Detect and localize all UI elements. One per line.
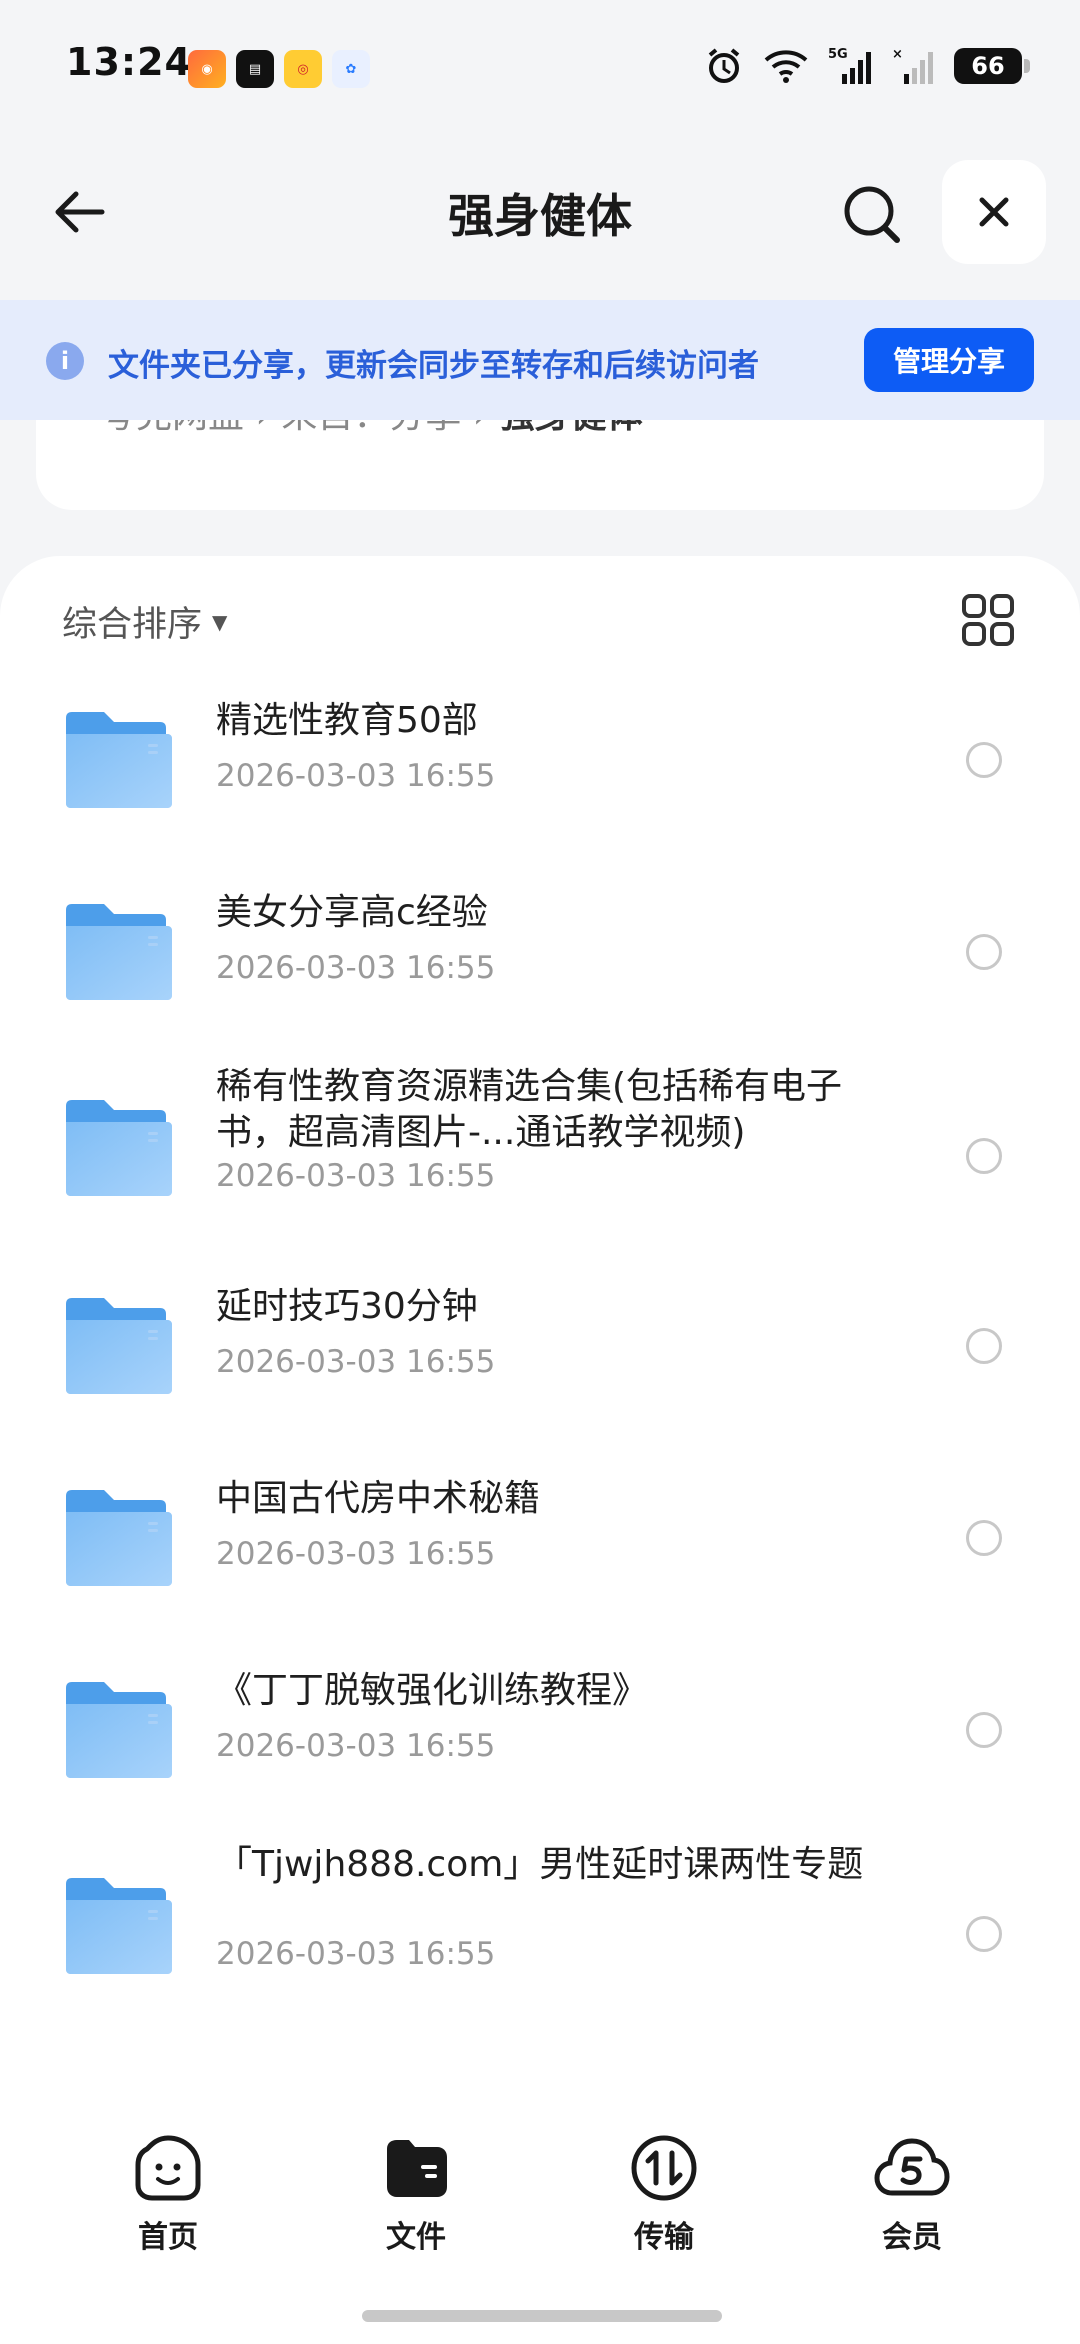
- breadcrumb: 夸克网盘 › 来自：分享 › 强身健体: [36, 420, 1044, 510]
- file-date: 2026-03-03 16:55: [216, 1728, 496, 1764]
- breadcrumb-root[interactable]: 夸克网盘: [100, 420, 244, 436]
- system-icons: 5G × 66: [704, 46, 1030, 86]
- select-checkbox[interactable]: [966, 934, 1002, 970]
- manage-share-button[interactable]: 管理分享: [864, 328, 1034, 392]
- select-checkbox[interactable]: [966, 1138, 1002, 1174]
- folder-icon: [64, 1678, 174, 1782]
- page-title: 强身健体: [448, 189, 632, 243]
- select-checkbox[interactable]: [966, 1328, 1002, 1364]
- file-list: 精选性教育50部 2026-03-03 16:55 美女分享高c经验 2026-03-…: [0, 676, 1080, 2038]
- caret-down-icon: ▼: [212, 609, 228, 634]
- file-name: 精选性教育50部: [216, 700, 478, 741]
- file-date: 2026-03-03 16:55: [216, 1936, 496, 1972]
- file-row[interactable]: 精选性教育50部 2026-03-03 16:55: [0, 676, 1080, 868]
- select-checkbox[interactable]: [966, 1916, 1002, 1952]
- file-row[interactable]: 延时技巧30分钟 2026-03-03 16:55: [0, 1262, 1080, 1454]
- folder-nav-icon: [387, 2140, 447, 2197]
- folder-icon: [64, 1874, 174, 1978]
- signal-5g-icon: 5G: [828, 47, 871, 84]
- app-notif-1-icon: ◉: [188, 50, 226, 88]
- file-name: 「Tjwjh888.com」男性延时课两性专题: [216, 1844, 864, 1885]
- status-time: 13:24: [66, 40, 192, 84]
- nav-label-transfer: 传输: [634, 2220, 694, 2255]
- search-button[interactable]: [830, 172, 914, 256]
- breadcrumb-current: 强身健体: [499, 420, 643, 436]
- share-notice-banner: i 文件夹已分享，更新会同步至转存和后续访问者 管理分享: [0, 300, 1080, 420]
- file-row[interactable]: 稀有性教育资源精选合集(包括稀有电子书，超高清图片-...通话教学视频) 2026…: [0, 1060, 1080, 1262]
- transfer-icon: [631, 2135, 697, 2201]
- file-date: 2026-03-03 16:55: [216, 758, 496, 794]
- file-list-sheet: 综合排序 ▼ 精选性教育50部 2026-03-03 16:55 美女分享高c经验 2…: [0, 556, 1080, 2344]
- folder-icon: [64, 708, 174, 812]
- info-icon: i: [46, 342, 84, 380]
- nav-item-home[interactable]: 首页: [98, 2130, 238, 2280]
- folder-icon: [64, 1096, 174, 1200]
- folder-icon: [64, 1486, 174, 1590]
- folder-icon: [64, 1294, 174, 1398]
- wifi-icon: [764, 50, 808, 83]
- nav-item-files[interactable]: 文件: [346, 2130, 486, 2280]
- share-notice-text: 文件夹已分享，更新会同步至转存和后续访问者: [108, 348, 759, 384]
- select-checkbox[interactable]: [966, 742, 1002, 778]
- file-date: 2026-03-03 16:55: [216, 1536, 496, 1572]
- file-name: 稀有性教育资源精选合集(包括稀有电子书，超高清图片-...通话教学视频): [216, 1066, 843, 1153]
- file-row[interactable]: 「Tjwjh888.com」男性延时课两性专题 2026-03-03 16:55: [0, 1838, 1080, 2038]
- app-notif-2-icon: ▤: [236, 50, 274, 88]
- alarm-icon: [708, 48, 740, 83]
- file-row[interactable]: 美女分享高c经验 2026-03-03 16:55: [0, 868, 1080, 1060]
- member-cloud-icon: [874, 2138, 950, 2196]
- status-bar: 13:24 ◉ ▤ ◎ ✿ 5G × 66: [0, 0, 1080, 130]
- sort-label: 综合排序: [62, 605, 203, 645]
- close-icon: [979, 197, 1009, 227]
- file-date: 2026-03-03 16:55: [216, 1344, 496, 1380]
- file-name: 美女分享高c经验: [216, 892, 488, 933]
- file-row[interactable]: 《丁丁脱敏强化训练教程》 2026-03-03 16:55: [0, 1646, 1080, 1838]
- weibo-notif-icon: ◎: [284, 50, 322, 88]
- breadcrumb-middle[interactable]: 来自：分享: [281, 420, 461, 436]
- nav-label-home: 首页: [138, 2220, 198, 2255]
- search-icon: [844, 186, 900, 243]
- notification-icons: ◉ ▤ ◎ ✿: [188, 50, 370, 88]
- breadcrumb-separator: ›: [473, 420, 499, 436]
- file-row[interactable]: 中国古代房中术秘籍 2026-03-03 16:55: [0, 1454, 1080, 1646]
- close-button[interactable]: [942, 160, 1046, 264]
- grid-view-icon: [962, 594, 1014, 646]
- file-name: 中国古代房中术秘籍: [216, 1478, 541, 1519]
- top-bar: 强身健体: [0, 150, 1080, 270]
- nav-label-member: 会员: [882, 2220, 942, 2255]
- file-name: 《丁丁脱敏强化训练教程》: [216, 1670, 649, 1711]
- bottom-nav: 首页 文件 传输 会员: [0, 2130, 1080, 2280]
- file-name: 延时技巧30分钟: [216, 1286, 478, 1327]
- svg-text:×: ×: [892, 47, 903, 62]
- folder-icon: [64, 900, 174, 1004]
- nav-label-files: 文件: [386, 2220, 446, 2255]
- home-indicator[interactable]: [362, 2310, 722, 2322]
- battery-indicator: 66: [954, 48, 1030, 84]
- home-face-icon: [135, 2135, 201, 2201]
- svg-text:5G: 5G: [828, 47, 848, 62]
- signal-2-icon: ×: [892, 47, 933, 84]
- select-checkbox[interactable]: [966, 1520, 1002, 1556]
- nav-item-transfer[interactable]: 传输: [594, 2130, 734, 2280]
- breadcrumb-separator: ›: [255, 420, 281, 436]
- breadcrumb-path: 夸克网盘 › 来自：分享 › 强身健体: [100, 420, 643, 438]
- grid-view-button[interactable]: [960, 592, 1016, 648]
- nav-item-member[interactable]: 会员: [842, 2130, 982, 2280]
- file-date: 2026-03-03 16:55: [216, 1158, 496, 1194]
- file-date: 2026-03-03 16:55: [216, 950, 496, 986]
- app-notif-4-icon: ✿: [332, 50, 370, 88]
- select-checkbox[interactable]: [966, 1712, 1002, 1748]
- sort-dropdown[interactable]: 综合排序 ▼: [62, 596, 227, 647]
